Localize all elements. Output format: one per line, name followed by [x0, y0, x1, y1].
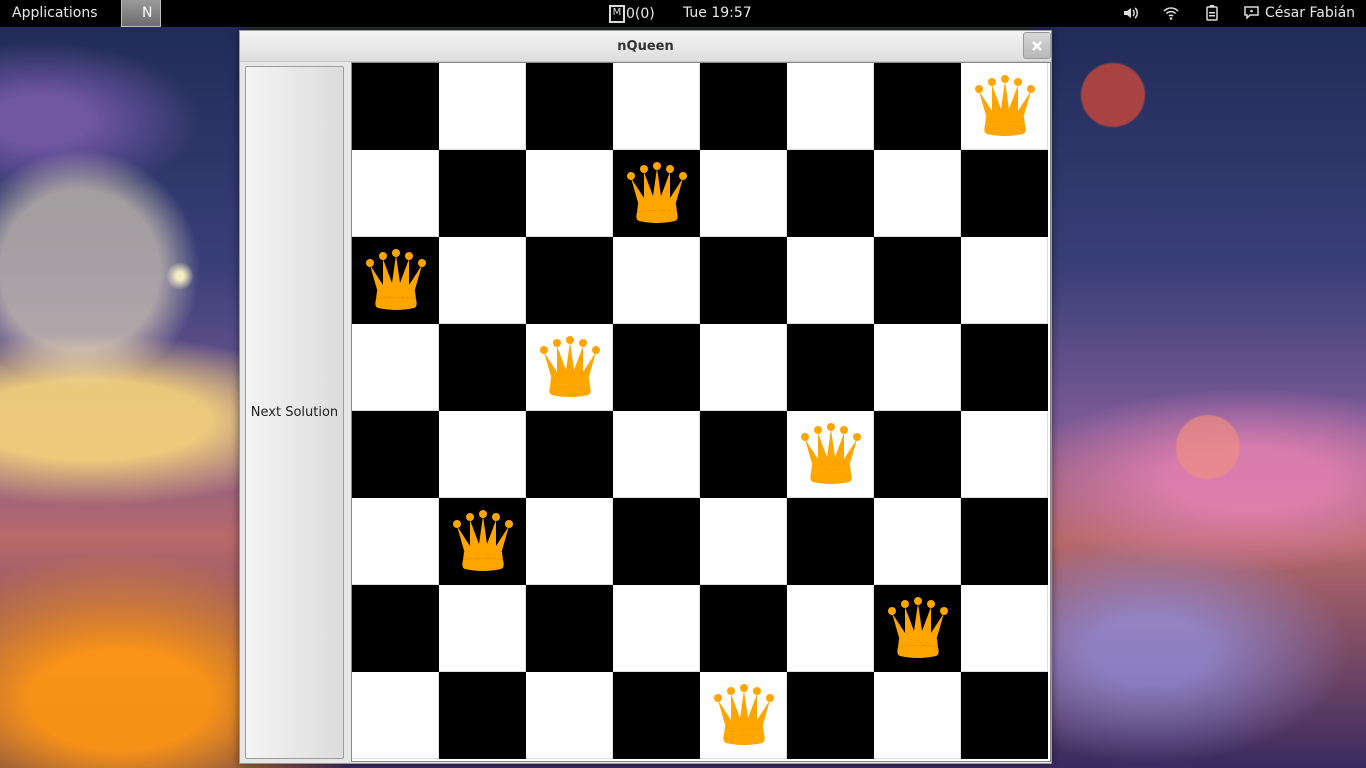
board-square[interactable] [787, 411, 874, 498]
board-square[interactable] [352, 63, 439, 150]
board-square[interactable] [961, 498, 1048, 585]
board-square[interactable] [526, 237, 613, 324]
board-square[interactable] [874, 324, 961, 411]
board-square[interactable] [439, 585, 526, 672]
board-square[interactable] [352, 498, 439, 585]
board-square[interactable] [439, 498, 526, 585]
queen-icon [540, 336, 600, 397]
board-square[interactable] [352, 672, 439, 759]
board-square[interactable] [526, 324, 613, 411]
user-name: César Fabián [1265, 5, 1356, 21]
mail-indicator[interactable]: M 0(0) [609, 5, 655, 23]
board-square[interactable] [700, 63, 787, 150]
board-square[interactable] [613, 324, 700, 411]
top-panel: Applications N M 0(0) Tue 19:57 César Fa… [0, 0, 1366, 27]
board-square[interactable] [874, 672, 961, 759]
user-menu[interactable]: César Fabián [1244, 5, 1355, 21]
board-square[interactable] [700, 237, 787, 324]
board-square[interactable] [526, 498, 613, 585]
board-square[interactable] [613, 63, 700, 150]
queen-icon [888, 597, 948, 658]
clock[interactable]: Tue 19:57 [683, 5, 752, 21]
board-square[interactable] [874, 585, 961, 672]
board-square[interactable] [439, 150, 526, 237]
board-square[interactable] [613, 411, 700, 498]
board-square[interactable] [961, 585, 1048, 672]
queen-icon [975, 75, 1035, 136]
volume-icon[interactable] [1122, 4, 1140, 22]
board-square[interactable] [700, 324, 787, 411]
board-square[interactable] [526, 411, 613, 498]
board-square[interactable] [526, 63, 613, 150]
board-square[interactable] [961, 237, 1048, 324]
window-titlebar[interactable]: nQueen [240, 31, 1051, 62]
board-square[interactable] [961, 63, 1048, 150]
window-title: nQueen [617, 39, 674, 54]
board-square[interactable] [700, 411, 787, 498]
close-icon [1032, 40, 1042, 51]
board-square[interactable] [613, 150, 700, 237]
board-square[interactable] [874, 237, 961, 324]
board-square[interactable] [352, 237, 439, 324]
board-square[interactable] [613, 585, 700, 672]
battery-icon[interactable] [1203, 4, 1221, 22]
board-square[interactable] [874, 498, 961, 585]
board-square[interactable] [352, 324, 439, 411]
board-square[interactable] [700, 585, 787, 672]
queen-icon [627, 162, 687, 223]
board-square[interactable] [787, 672, 874, 759]
board-square[interactable] [787, 498, 874, 585]
board-square[interactable] [787, 585, 874, 672]
board-square[interactable] [961, 672, 1048, 759]
applications-menu[interactable]: Applications [12, 5, 98, 21]
board-square[interactable] [526, 672, 613, 759]
wifi-icon[interactable] [1162, 4, 1180, 22]
queen-icon [714, 684, 774, 745]
chat-icon [1244, 6, 1259, 20]
board-square[interactable] [787, 237, 874, 324]
board-square[interactable] [700, 498, 787, 585]
close-button[interactable] [1023, 32, 1051, 59]
board-square[interactable] [700, 150, 787, 237]
queen-icon [453, 510, 513, 571]
board-square[interactable] [874, 411, 961, 498]
board-square[interactable] [439, 237, 526, 324]
board-square[interactable] [613, 237, 700, 324]
board-square[interactable] [787, 324, 874, 411]
board-square[interactable] [352, 411, 439, 498]
board-square[interactable] [526, 150, 613, 237]
board-square[interactable] [439, 411, 526, 498]
board-square[interactable] [700, 672, 787, 759]
nqueen-window: nQueen Next Solution [239, 30, 1052, 764]
board-square[interactable] [874, 63, 961, 150]
mail-count: 0(0) [626, 6, 655, 22]
taskbar-app-button[interactable]: N [121, 0, 161, 27]
board-square[interactable] [787, 150, 874, 237]
board-square[interactable] [613, 672, 700, 759]
board-square[interactable] [961, 150, 1048, 237]
board-square[interactable] [439, 672, 526, 759]
board-square[interactable] [526, 585, 613, 672]
board-square[interactable] [439, 63, 526, 150]
chess-board [351, 62, 1051, 762]
taskbar-app-label: N [142, 5, 153, 21]
board-square[interactable] [352, 585, 439, 672]
board-square[interactable] [439, 324, 526, 411]
board-square[interactable] [613, 498, 700, 585]
next-solution-button[interactable]: Next Solution [245, 66, 344, 759]
board-square[interactable] [787, 63, 874, 150]
board-square[interactable] [874, 150, 961, 237]
mail-icon: M [609, 5, 625, 23]
queen-icon [366, 249, 426, 310]
board-square[interactable] [961, 411, 1048, 498]
board-square[interactable] [961, 324, 1048, 411]
board-square[interactable] [352, 150, 439, 237]
queen-icon [801, 423, 861, 484]
